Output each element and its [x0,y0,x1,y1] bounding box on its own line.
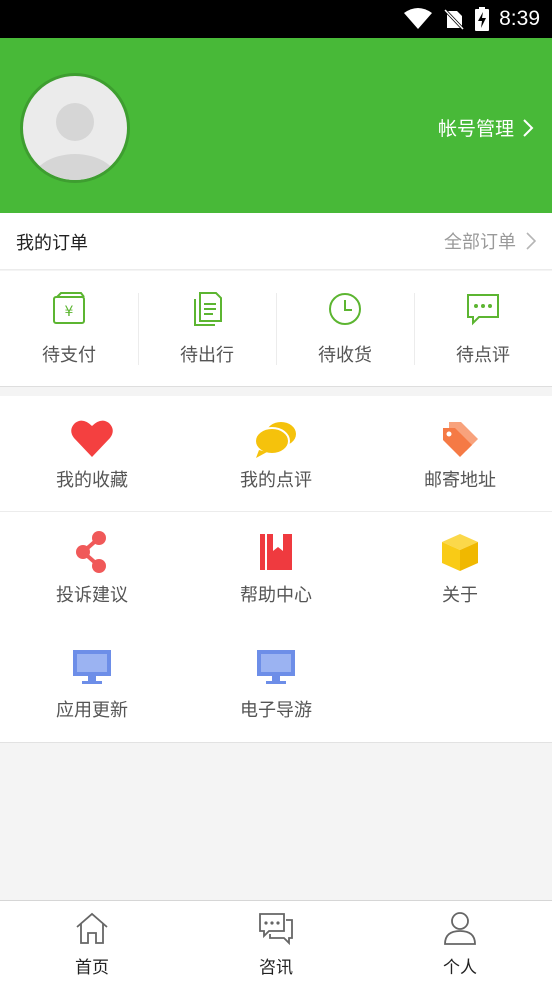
heart-icon [71,420,113,457]
order-pending-payment[interactable]: ¥ 待支付 [0,271,138,386]
default-avatar-icon [31,103,119,180]
tab-home-label: 首页 [75,958,109,978]
feature-about[interactable]: 关于 [368,513,552,629]
feature-help-center[interactable]: 帮助中心 [184,513,368,629]
bottom-tab-bar: 首页 咨讯 个人 [0,900,552,981]
tag-icon [443,422,478,457]
tab-profile[interactable]: 个人 [368,901,552,981]
order-pending-travel[interactable]: 待出行 [138,271,276,386]
orders-header: 我的订单 全部订单 [0,213,552,270]
profile-header: 帐号管理 [0,38,552,213]
account-management-link[interactable]: 帐号管理 [438,114,534,141]
status-bar: 8:39 [0,0,552,38]
feature-favorites[interactable]: 我的收藏 [0,396,184,511]
all-orders-label: 全部订单 [444,232,516,253]
tab-profile-label: 个人 [443,958,477,978]
feature-my-reviews[interactable]: 我的点评 [184,396,368,511]
chevron-right-icon [523,118,534,137]
feature-complaints-label: 投诉建议 [56,585,128,606]
feature-mailing-address[interactable]: 邮寄地址 [368,396,552,511]
person-icon [444,912,476,945]
feature-e-guide[interactable]: 电子导游 [184,629,368,743]
tab-news-label: 咨讯 [259,958,293,978]
feature-app-update[interactable]: 应用更新 [0,629,184,743]
monitor-icon [257,650,295,684]
order-status-row: ¥ 待支付 待出行 待收货 待点评 [0,271,552,387]
feature-mailing-address-label: 邮寄地址 [424,470,496,491]
battery-charging-icon [475,7,490,31]
wifi-icon [404,8,433,29]
chevron-right-icon [526,232,536,250]
share-icon [76,531,106,573]
chat-bubbles-icon [254,422,296,458]
order-pending-review[interactable]: 待点评 [414,271,552,386]
home-icon [76,912,108,944]
feature-my-reviews-label: 我的点评 [240,470,312,491]
account-management-label: 帐号管理 [437,118,514,140]
order-pending-receipt-label: 待收货 [318,345,372,366]
feature-complaints[interactable]: 投诉建议 [0,513,184,629]
feature-app-update-label: 应用更新 [56,700,128,721]
order-pending-review-label: 待点评 [456,345,510,366]
order-pending-receipt[interactable]: 待收货 [276,271,414,386]
comment-icon [467,294,499,326]
avatar[interactable] [20,73,130,183]
feature-favorites-label: 我的收藏 [56,470,128,491]
wallet-yen-icon: ¥ [53,292,85,324]
feature-grid: 我的收藏 我的点评 邮寄地址 投诉建议 帮助中心 关于 应用更新 电子导游 [0,396,552,743]
chat-icon [259,913,293,945]
order-pending-travel-label: 待出行 [180,345,234,366]
box-icon [442,534,478,571]
tab-news[interactable]: 咨讯 [184,901,368,981]
order-pending-payment-label: 待支付 [42,345,96,366]
all-orders-link[interactable]: 全部订单 [444,228,536,254]
orders-title: 我的订单 [16,233,88,254]
document-icon [194,292,222,326]
svg-text:¥: ¥ [65,304,74,320]
feature-help-center-label: 帮助中心 [240,585,312,606]
clock-icon [329,293,361,325]
book-icon [260,534,292,570]
monitor-icon [73,650,111,684]
feature-e-guide-label: 电子导游 [240,700,312,721]
tab-home[interactable]: 首页 [0,901,184,981]
feature-about-label: 关于 [442,585,478,606]
no-sim-icon [444,8,465,30]
clock-time: 8:39 [499,7,540,30]
